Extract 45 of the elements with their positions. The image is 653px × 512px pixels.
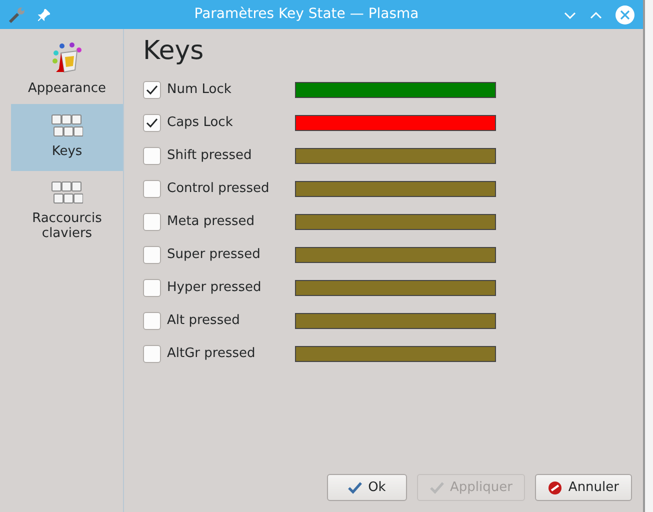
checkbox[interactable] [143,246,161,264]
checkbox[interactable] [143,146,161,164]
checkbox[interactable] [143,114,161,132]
color-swatch[interactable] [295,346,496,362]
key-label: Super pressed [167,246,262,264]
checkbox[interactable] [143,278,161,296]
checkmark-icon [430,482,444,494]
page-title: Keys [143,35,205,67]
checkbox[interactable] [143,180,161,198]
key-label: AltGr pressed [167,344,256,363]
sidebar-item[interactable]: Keys [11,104,123,171]
dialog-button[interactable]: Annuler [535,474,632,501]
key-label: Meta pressed [167,212,256,231]
stop-icon [548,480,562,494]
keyboard-keys-icon [51,114,83,138]
color-swatch[interactable] [295,280,496,296]
checkbox[interactable] [143,80,161,98]
sidebar-item[interactable]: Raccourcis claviers [11,171,123,238]
color-swatch[interactable] [295,180,496,196]
checkbox[interactable] [143,212,161,230]
checkbox[interactable] [143,344,161,362]
checkbox[interactable] [143,312,161,330]
key-label: Alt pressed [167,312,241,330]
window-title: Paramètres Key State — Plasma [193,5,420,24]
close-icon[interactable] [615,4,635,24]
color-swatch[interactable] [295,312,496,328]
key-label: Shift pressed [167,146,253,165]
key-label: Hyper pressed [167,278,262,297]
color-swatch[interactable] [295,148,496,164]
color-swatch[interactable] [295,114,496,130]
pin-icon[interactable] [38,8,50,20]
key-label: Num Lock [167,80,232,99]
paint-bucket-icon [50,41,84,75]
color-swatch[interactable] [295,214,496,230]
wrench-icon[interactable] [8,6,26,24]
keyboard-keys-icon [51,181,83,205]
dialog-button[interactable]: Ok [326,474,407,501]
checkmark-icon [146,118,158,128]
key-label: Caps Lock [167,114,234,132]
key-label: Control pressed [167,180,270,198]
color-swatch[interactable] [295,246,496,262]
color-swatch[interactable] [295,82,496,98]
checkmark-icon [146,84,158,94]
checkmark-icon [348,482,362,494]
sidebar-item[interactable]: Appearance [11,37,123,104]
